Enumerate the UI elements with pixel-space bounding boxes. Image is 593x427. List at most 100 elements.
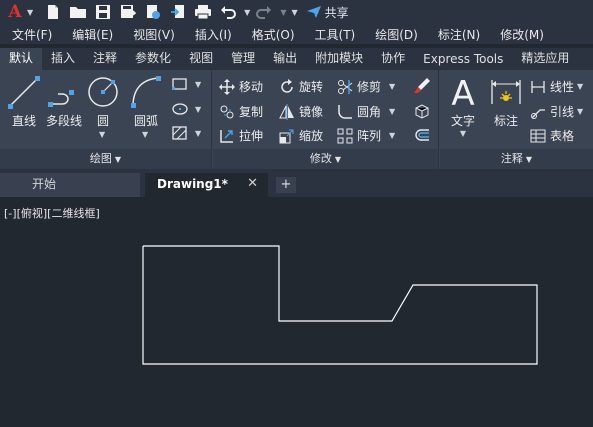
open-folder-icon[interactable]	[68, 2, 88, 22]
tab-output[interactable]: 输出	[264, 48, 306, 70]
menu-draw[interactable]: 绘图(D)	[363, 26, 426, 43]
leader-dropdown-icon[interactable]: ▼	[577, 107, 583, 116]
array-dropdown-icon[interactable]: ▼	[389, 131, 395, 140]
linear-label: 线性	[550, 80, 575, 94]
rectangle-dropdown-icon[interactable]: ▼	[195, 80, 201, 89]
line-button[interactable]: 直线	[6, 74, 42, 129]
tab-manage[interactable]: 管理	[222, 48, 264, 70]
leader-icon	[531, 108, 545, 119]
tab-annotate[interactable]: 注释	[84, 48, 126, 70]
save-as-icon[interactable]	[118, 2, 138, 22]
drawing-viewport[interactable]: [-][俯视][二维线框]	[0, 197, 593, 427]
rectangle-button[interactable]: ▼	[172, 77, 201, 91]
circle-dropdown-icon[interactable]: ▼	[99, 130, 105, 139]
undo-icon[interactable]	[218, 2, 238, 22]
undo-dropdown-icon[interactable]: ▼	[244, 8, 250, 17]
close-tab-icon[interactable]: ✕	[247, 173, 258, 195]
customize-qat-icon[interactable]: ▼	[291, 8, 297, 17]
array-button[interactable]: 阵列 ▼	[337, 127, 395, 144]
menu-dimension[interactable]: 标注(N)	[426, 26, 488, 43]
menu-tools[interactable]: 工具(T)	[303, 26, 364, 43]
copy-icon	[220, 105, 234, 118]
dimension-button[interactable]: 标注	[488, 74, 524, 129]
menu-file[interactable]: 文件(F)	[0, 26, 60, 43]
erase-button[interactable]	[413, 77, 435, 95]
redo-icon[interactable]	[254, 2, 274, 22]
modify-panel-title[interactable]: 修改 ▼	[213, 149, 438, 169]
stretch-button[interactable]: 拉伸	[219, 127, 263, 144]
circle-button[interactable]: 圆	[86, 74, 120, 129]
mirror-icon	[279, 103, 294, 120]
copy-button[interactable]: 复制	[219, 103, 263, 120]
modify-panel: 移动 旋转 修剪 ▼ 复制 镜像 圆角 ▼ 拉伸 缩放 阵列 ▼ 修改 ▼	[213, 70, 439, 169]
rotate-icon	[281, 78, 293, 93]
drawing-canvas[interactable]	[0, 197, 593, 427]
tab-parametric[interactable]: 参数化	[126, 48, 180, 70]
scale-button[interactable]: 缩放	[279, 127, 323, 144]
offset-button[interactable]	[413, 127, 435, 145]
circle-icon	[88, 77, 118, 107]
tab-drawing1[interactable]: Drawing1* ✕	[145, 173, 268, 197]
menu-view[interactable]: 视图(V)	[121, 26, 183, 43]
modify-panel-title-label: 修改	[309, 152, 332, 165]
menu-format[interactable]: 格式(O)	[240, 26, 303, 43]
line-icon	[8, 76, 40, 109]
ellipse-button[interactable]: ▼	[172, 102, 201, 116]
import-icon[interactable]	[168, 2, 188, 22]
annotation-panel-title[interactable]: 注释 ▼	[440, 149, 593, 169]
tab-collaborate[interactable]: 协作	[372, 48, 414, 70]
new-file-icon[interactable]	[43, 2, 63, 22]
arc-dropdown-icon[interactable]: ▼	[142, 130, 148, 139]
trim-dropdown-icon[interactable]: ▼	[389, 82, 395, 91]
trim-button[interactable]: 修剪 ▼	[337, 78, 395, 95]
share-button[interactable]: 共享	[306, 4, 349, 21]
offset-icon	[415, 129, 429, 141]
leader-button[interactable]: 引线 ▼	[530, 103, 583, 120]
fillet-button[interactable]: 圆角 ▼	[337, 103, 395, 120]
mirror-button[interactable]: 镜像	[279, 103, 323, 120]
tab-featured-apps[interactable]: 精选应用	[512, 48, 578, 70]
tab-view[interactable]: 视图	[180, 48, 222, 70]
linear-dropdown-icon[interactable]: ▼	[577, 82, 583, 91]
text-button[interactable]: A 文字 ▼	[446, 74, 480, 138]
linear-dimension-icon	[531, 80, 545, 93]
menu-edit[interactable]: 编辑(E)	[60, 26, 121, 43]
new-tab-button[interactable]: +	[276, 177, 296, 193]
polyline-button[interactable]: 多段线	[44, 74, 84, 129]
app-logo[interactable]: A	[4, 1, 26, 23]
hatch-icon	[172, 126, 187, 140]
menu-modify[interactable]: 修改(M)	[488, 26, 552, 43]
tab-express-tools[interactable]: Express Tools	[414, 49, 512, 70]
tab-insert[interactable]: 插入	[42, 48, 84, 70]
move-button[interactable]: 移动	[219, 78, 263, 95]
arc-button[interactable]: 圆弧	[126, 74, 166, 129]
array-label: 阵列	[357, 129, 382, 143]
tab-start[interactable]: 开始	[0, 173, 140, 197]
app-menu-caret-icon[interactable]: ▼	[27, 8, 33, 17]
text-dropdown-icon[interactable]: ▼	[460, 129, 466, 138]
text-icon: A	[451, 74, 474, 110]
drawn-polyline[interactable]	[142, 245, 538, 365]
move-icon	[219, 78, 235, 95]
3d-solid-edit-button[interactable]	[413, 102, 435, 120]
tab-addins[interactable]: 附加模块	[306, 48, 372, 70]
linear-dimension-button[interactable]: 线性 ▼	[530, 78, 583, 95]
annotation-panel-title-label: 注释	[500, 152, 523, 165]
redo-dropdown-icon[interactable]: ▼	[280, 8, 286, 17]
print-icon[interactable]	[193, 2, 213, 22]
hatch-dropdown-icon[interactable]: ▼	[195, 129, 201, 138]
publish-web-icon[interactable]	[143, 2, 163, 22]
draw-panel-title[interactable]: 绘图 ▼	[0, 149, 211, 169]
arc-label: 圆弧	[133, 114, 158, 128]
hatch-button[interactable]: ▼	[172, 126, 201, 140]
tab-default[interactable]: 默认	[0, 48, 43, 70]
array-icon	[337, 128, 353, 143]
save-icon[interactable]	[93, 2, 113, 22]
rotate-button[interactable]: 旋转	[279, 78, 323, 95]
stretch-icon	[220, 129, 233, 143]
fillet-dropdown-icon[interactable]: ▼	[389, 107, 395, 116]
table-button[interactable]: 表格	[530, 127, 574, 144]
menu-insert[interactable]: 插入(I)	[183, 26, 240, 43]
scale-label: 缩放	[299, 129, 324, 143]
ellipse-dropdown-icon[interactable]: ▼	[195, 105, 201, 114]
